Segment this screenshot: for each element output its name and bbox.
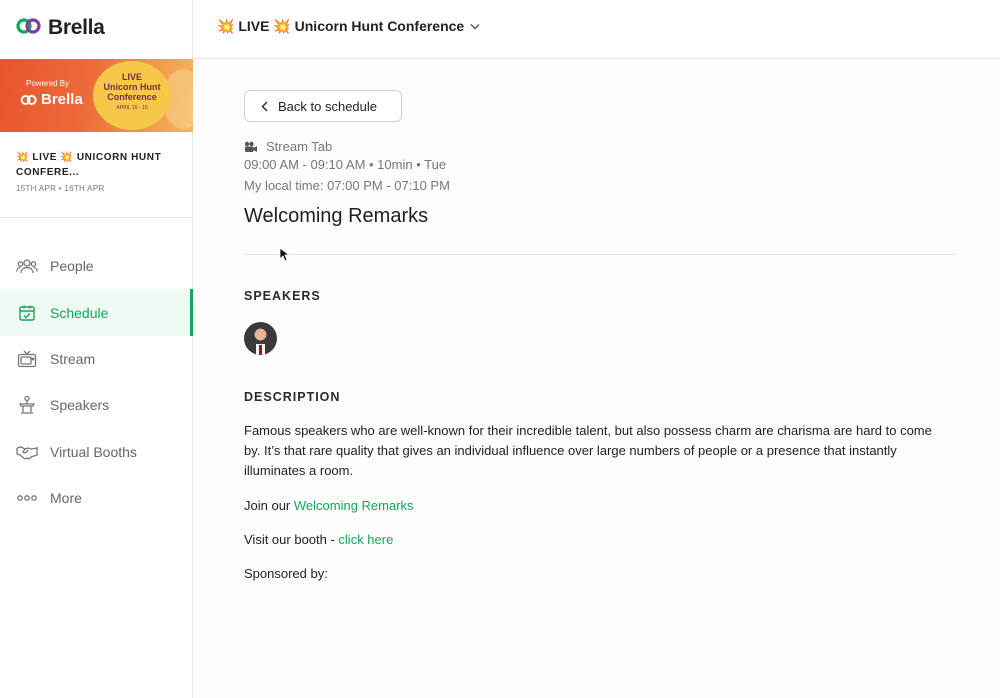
event-title: 💥 LIVE 💥 UNICORN HUNT CONFERE...	[16, 152, 162, 178]
section-divider	[244, 254, 956, 255]
sidebar-item-stream[interactable]: Stream	[0, 336, 193, 382]
session-detail: Back to schedule Stream Tab 09:00 AM - 0…	[193, 60, 1000, 698]
conference-name: 💥 LIVE 💥 Unicorn Hunt Conference	[217, 18, 465, 34]
people-icon	[16, 255, 38, 277]
description-heading: DESCRIPTION	[244, 390, 341, 404]
sidebar-item-label: Speakers	[50, 397, 110, 414]
sidebar-item-label: Schedule	[50, 304, 109, 321]
sponsored-by: Sponsored by:	[244, 566, 328, 581]
brand-name: Brella	[48, 16, 105, 39]
banner-badge: LIVE Unicorn Hunt Conference APRIL 15 - …	[93, 61, 171, 130]
conference-switcher[interactable]: 💥 LIVE 💥 Unicorn Hunt Conference	[217, 18, 480, 35]
sidebar-divider	[0, 217, 193, 218]
banner-live: LIVE	[121, 72, 142, 82]
session-local-time: My local time: 07:00 PM - 07:10 PM	[244, 178, 450, 193]
podium-icon	[16, 394, 38, 416]
sidebar-item-schedule[interactable]: Schedule	[0, 289, 193, 337]
back-to-schedule-button[interactable]: Back to schedule	[244, 90, 402, 122]
sidebar-nav: People Schedule Stream Speakers Virtual …	[0, 243, 193, 521]
booth-paragraph: Visit our booth - click here	[244, 532, 393, 547]
calendar-icon	[16, 302, 38, 324]
sidebar-item-more[interactable]: More	[0, 475, 193, 521]
banner-brella-icon	[20, 94, 37, 105]
more-dots-icon	[16, 487, 38, 509]
join-prefix: Join our	[244, 498, 294, 513]
welcoming-remarks-link[interactable]: Welcoming Remarks	[294, 498, 414, 513]
handshake-icon	[16, 441, 38, 463]
stream-tab-label: Stream Tab	[244, 139, 332, 154]
session-time: 09:00 AM - 09:10 AM • 10min • Tue	[244, 157, 447, 172]
video-camera-icon	[244, 141, 258, 153]
banner-conf-line2: Conference	[107, 92, 157, 102]
brella-logo[interactable]: Brella	[16, 16, 105, 40]
sidebar-item-speakers[interactable]: Speakers	[0, 382, 193, 428]
brella-logo-icon	[16, 17, 42, 40]
sidebar-item-label: Stream	[50, 350, 96, 367]
event-banner: Powered By Brella LIVE Unicorn Hunt Conf…	[0, 59, 193, 132]
event-dates: 15TH APR • 16TH APR	[16, 184, 105, 193]
page-title: Welcoming Remarks	[244, 205, 429, 227]
booth-link[interactable]: click here	[338, 532, 393, 547]
sidebar-item-virtual-booths[interactable]: Virtual Booths	[0, 429, 193, 475]
top-bar: 💥 LIVE 💥 Unicorn Hunt Conference	[193, 0, 1000, 59]
banner-brand: Brella	[20, 91, 83, 108]
booth-prefix: Visit our booth -	[244, 532, 339, 547]
sidebar-item-people[interactable]: People	[0, 243, 193, 289]
tv-icon	[16, 348, 38, 370]
avatar-tie	[259, 345, 262, 355]
chevron-down-icon	[470, 23, 480, 30]
banner-powered-by: Powered By	[26, 79, 70, 88]
sidebar-item-label: More	[50, 490, 82, 507]
banner-dates: APRIL 15 - 16	[116, 105, 148, 111]
speakers-heading: SPEAKERS	[244, 289, 321, 303]
banner-conf-line1: Unicorn Hunt	[103, 82, 161, 92]
join-paragraph: Join our Welcoming Remarks	[244, 498, 414, 513]
mouse-cursor-icon	[279, 247, 291, 267]
back-button-label: Back to schedule	[278, 98, 378, 114]
stream-tab-text: Stream Tab	[266, 139, 333, 154]
speaker-avatar[interactable]	[244, 322, 277, 355]
sidebar-item-label: People	[50, 258, 94, 275]
sidebar: Brella Powered By Brella LIVE Unicorn Hu…	[0, 0, 193, 698]
chevron-left-icon	[261, 100, 268, 112]
session-description: Famous speakers who are well-known for t…	[244, 423, 932, 478]
sidebar-item-label: Virtual Booths	[50, 443, 137, 460]
banner-brand-text: Brella	[41, 91, 83, 108]
